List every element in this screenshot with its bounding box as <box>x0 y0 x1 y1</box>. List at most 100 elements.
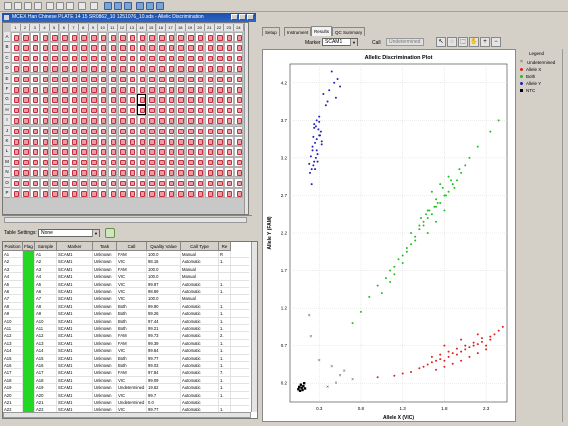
plate-well[interactable] <box>11 42 21 53</box>
plate-well[interactable] <box>40 136 50 147</box>
table-row[interactable]: A10 A10 SCAM1 Unknown Both 97.44 Automatic 1. <box>3 317 249 325</box>
plate-well[interactable] <box>98 42 108 53</box>
plate-well[interactable] <box>108 156 118 167</box>
plate-well[interactable] <box>137 156 147 167</box>
plate-row-header[interactable]: C <box>4 52 10 64</box>
plate-well[interactable] <box>175 94 186 105</box>
plate-well[interactable] <box>166 73 176 84</box>
table-header-cell[interactable]: Re <box>219 242 231 251</box>
plate-well[interactable] <box>234 73 244 84</box>
plate-well[interactable] <box>69 136 79 147</box>
plate-well[interactable] <box>185 94 195 105</box>
table-row[interactable]: A13 A13 SCAM1 Unknown FAM 99.39 Automatic 1. <box>3 339 249 348</box>
plate-well[interactable] <box>137 63 147 74</box>
plate-well[interactable] <box>195 177 205 188</box>
box-select-icon[interactable]: ⬚ <box>458 37 468 47</box>
plate-well[interactable] <box>88 177 98 188</box>
plate-well[interactable] <box>69 42 79 53</box>
plate-well[interactable] <box>146 167 156 178</box>
table-row[interactable]: A7 A7 SCAM1 Unknown VIC 100.0 Manual <box>3 295 249 303</box>
plate-well[interactable] <box>166 94 176 105</box>
plate-well[interactable] <box>30 52 40 63</box>
table-header-cell[interactable]: Call Type <box>181 242 219 251</box>
plate-well[interactable] <box>30 136 40 147</box>
plate-well[interactable] <box>117 104 127 115</box>
plate-horizontal-scrollbar[interactable] <box>4 217 247 223</box>
plate-well[interactable] <box>98 63 108 74</box>
plate-well[interactable] <box>205 188 215 199</box>
plate-well[interactable] <box>59 52 69 63</box>
plate-well[interactable] <box>137 136 147 147</box>
plate-well[interactable] <box>88 32 98 43</box>
plate-well[interactable] <box>214 146 224 157</box>
plate-well[interactable] <box>156 136 166 147</box>
plate-well[interactable] <box>11 136 21 147</box>
plate-well[interactable] <box>195 125 205 136</box>
plate-well[interactable] <box>49 84 59 95</box>
call-select[interactable]: Undetermined <box>386 38 424 46</box>
plate-row-header[interactable]: N <box>4 167 10 178</box>
plate-well[interactable] <box>234 94 244 105</box>
plate-well[interactable] <box>30 94 40 105</box>
plate-well[interactable] <box>137 146 147 157</box>
plate-row-header[interactable]: E <box>4 73 10 84</box>
plate-well[interactable] <box>20 84 30 95</box>
plate-row-header[interactable]: G <box>4 94 10 105</box>
plate-column-header[interactable]: 14 <box>137 24 147 31</box>
plate-well[interactable] <box>166 42 176 53</box>
plate-well[interactable] <box>49 125 59 136</box>
plate-well[interactable] <box>175 73 186 84</box>
plate-well[interactable] <box>224 32 234 43</box>
table-view-icon[interactable] <box>136 2 144 10</box>
plate-well[interactable] <box>108 52 118 63</box>
plate-well[interactable] <box>224 188 234 199</box>
plate-well[interactable] <box>108 125 118 136</box>
plate-well[interactable] <box>214 188 224 199</box>
plate-well[interactable] <box>117 125 127 136</box>
grid-view-icon[interactable] <box>146 2 154 10</box>
plate-well[interactable] <box>156 125 166 136</box>
plate-well[interactable] <box>20 136 30 147</box>
plate-row-header[interactable]: M <box>4 156 10 168</box>
plate-column-header[interactable]: 12 <box>117 24 128 31</box>
plate-well[interactable] <box>88 42 98 53</box>
plate-vertical-scrollbar[interactable] <box>244 23 248 214</box>
plate-well[interactable] <box>49 188 59 199</box>
analyze-icon[interactable] <box>90 2 98 10</box>
plate-well[interactable] <box>98 115 108 126</box>
plate-well[interactable] <box>20 146 30 157</box>
zoom-out-icon[interactable]: − <box>491 37 501 47</box>
plate-well[interactable] <box>156 177 166 188</box>
plate-well[interactable] <box>185 63 195 74</box>
table-row[interactable]: A21 A21 SCAM1 Unknown Undetermined 0.0 Automat… <box>3 399 249 407</box>
plate-well[interactable] <box>78 146 89 157</box>
table-header-cell[interactable]: Quality Value <box>147 242 181 251</box>
plate-well[interactable] <box>156 146 166 157</box>
plate-well[interactable] <box>117 188 127 199</box>
plate-well[interactable] <box>205 32 215 43</box>
plate-well[interactable] <box>214 115 224 126</box>
plate-well[interactable] <box>49 42 59 53</box>
plate-row-header[interactable]: H <box>4 104 10 116</box>
plate-well[interactable] <box>195 84 205 95</box>
plate-well[interactable] <box>20 52 30 63</box>
plate-well[interactable] <box>166 156 176 167</box>
plate-well[interactable] <box>156 156 166 167</box>
plate-well[interactable] <box>59 167 69 178</box>
plate-well[interactable] <box>137 32 147 43</box>
plate-well[interactable] <box>205 42 215 53</box>
plate-well[interactable] <box>69 177 79 188</box>
plate-well[interactable] <box>20 42 30 53</box>
plate-well[interactable] <box>185 115 195 126</box>
plate-well[interactable] <box>108 73 118 84</box>
plate-well[interactable] <box>30 73 40 84</box>
plate-well[interactable] <box>59 84 69 95</box>
plate-well[interactable] <box>137 73 147 84</box>
plate-well[interactable] <box>117 156 127 167</box>
magic-wand-icon[interactable] <box>105 228 115 238</box>
plate-row-header[interactable]: F <box>4 84 10 95</box>
plate-well[interactable] <box>59 63 69 74</box>
table-row[interactable]: A18 A18 SCAM1 Unknown VIC 99.09 Automatic 1. <box>3 376 249 385</box>
plate-well[interactable] <box>40 104 50 115</box>
plate-well[interactable] <box>20 188 30 199</box>
